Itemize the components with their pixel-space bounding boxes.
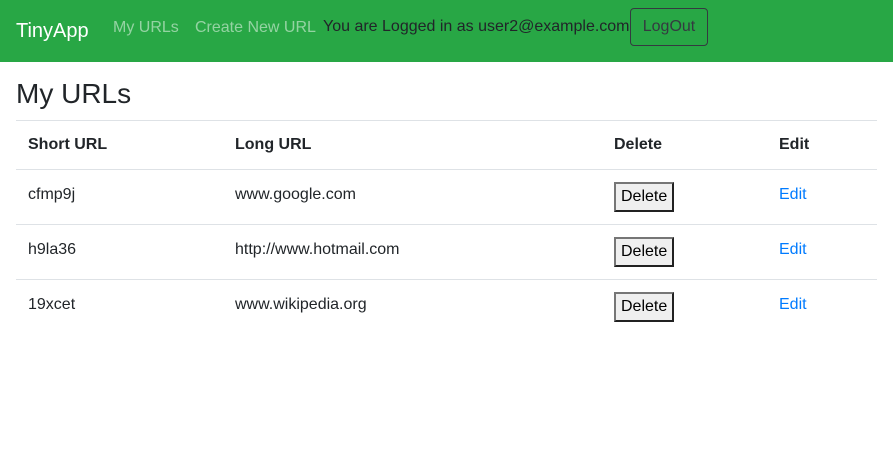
edit-cell: Edit bbox=[767, 224, 877, 280]
header-short-url: Short URL bbox=[16, 120, 223, 170]
edit-cell: Edit bbox=[767, 170, 877, 225]
logout-button[interactable]: LogOut bbox=[630, 8, 708, 46]
header-long-url: Long URL bbox=[223, 120, 602, 170]
page-title: My URLs bbox=[16, 78, 132, 109]
short-url-cell: 19xcet bbox=[16, 279, 223, 335]
brand-link[interactable]: TinyApp bbox=[16, 19, 89, 43]
delete-button[interactable]: Delete bbox=[614, 237, 675, 267]
long-url-cell: www.wikipedia.org bbox=[223, 279, 602, 335]
short-url-cell: cfmp9j bbox=[28, 186, 76, 203]
header-delete: Delete bbox=[602, 120, 767, 170]
table-row: h9la36 http://www.hotmail.com Delete Edi… bbox=[16, 224, 877, 280]
long-url-cell: www.google.com bbox=[235, 186, 356, 203]
delete-button[interactable]: Delete bbox=[614, 182, 675, 212]
short-url-cell: h9la36 bbox=[16, 224, 223, 280]
delete-cell: Delete bbox=[602, 224, 767, 280]
urls-table: Short URL Long URL Delete Edit cfmp9j ww… bbox=[16, 120, 877, 335]
table-header-row: Short URL Long URL Delete Edit bbox=[16, 120, 877, 170]
table-row: 19xcet www.wikipedia.org Delete Edit bbox=[16, 279, 877, 335]
delete-button[interactable]: Delete bbox=[614, 292, 675, 322]
header-edit: Edit bbox=[767, 120, 877, 170]
edit-link[interactable]: Edit bbox=[779, 296, 807, 313]
navbar: TinyApp My URLs Create New URL You are L… bbox=[0, 0, 893, 62]
edit-cell: Edit bbox=[767, 279, 877, 335]
nav-link-create-new-url[interactable]: Create New URL bbox=[195, 18, 316, 38]
logged-in-status: You are Logged in as user2@example.com bbox=[323, 18, 630, 35]
edit-link[interactable]: Edit bbox=[779, 186, 807, 203]
table-row: cfmp9j www.google.com Delete Edit bbox=[16, 170, 877, 225]
nav-link-my-urls[interactable]: My URLs bbox=[113, 18, 179, 38]
long-url-cell: http://www.hotmail.com bbox=[223, 224, 602, 280]
delete-cell: Delete bbox=[602, 170, 767, 225]
edit-link[interactable]: Edit bbox=[779, 241, 807, 258]
delete-cell: Delete bbox=[602, 279, 767, 335]
